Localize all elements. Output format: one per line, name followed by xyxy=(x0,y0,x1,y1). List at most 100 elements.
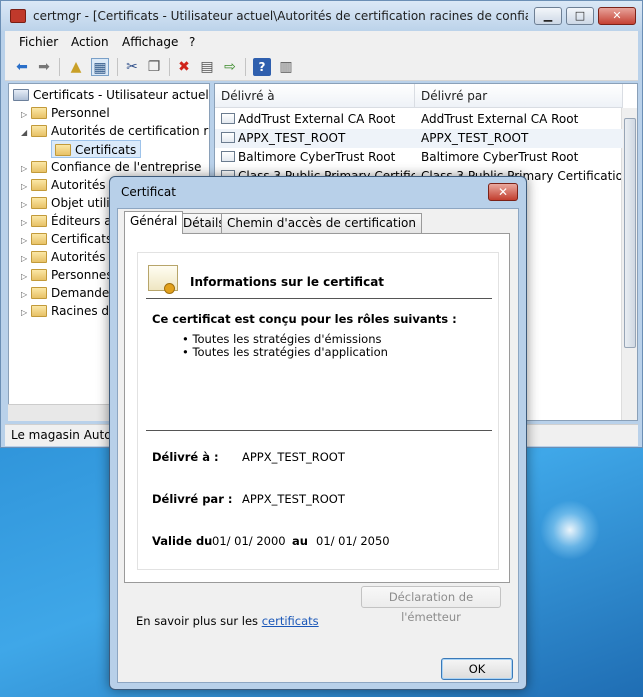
tree-item-certificats-selected[interactable]: Certificats xyxy=(51,140,142,158)
certificate-dialog: Certificat ✕ Général Détails Chemin d'ac… xyxy=(109,176,527,690)
learn-more-text: En savoir plus sur les certificats xyxy=(136,614,319,628)
maximize-button[interactable]: □ xyxy=(566,7,594,25)
toolbar-separator xyxy=(117,58,118,76)
cell-text: APPX_TEST_ROOT xyxy=(238,131,346,145)
divider xyxy=(146,430,492,431)
certificate-icon xyxy=(221,132,235,143)
cell-issued-to: APPX_TEST_ROOT xyxy=(215,129,415,148)
general-tab-panel: Informations sur le certificat Ce certif… xyxy=(124,233,510,583)
up-folder-icon[interactable]: ▲ xyxy=(67,58,85,76)
certificates-link[interactable]: certificats xyxy=(262,614,319,628)
column-label: Délivré à xyxy=(221,89,275,103)
issued-by-label: Délivré par : xyxy=(152,492,233,506)
certificate-icon xyxy=(148,265,178,294)
minimize-button[interactable]: ▁ xyxy=(534,7,562,25)
show-hide-tree-icon[interactable]: ▦ xyxy=(91,58,109,76)
learn-more-prefix: En savoir plus sur les xyxy=(136,614,259,628)
dialog-title: Certificat xyxy=(121,185,176,199)
title-bar[interactable]: certmgr - [Certificats - Utilisateur act… xyxy=(1,1,642,31)
column-header-issued-by[interactable]: Délivré par xyxy=(415,84,623,108)
table-row[interactable]: APPX_TEST_ROOT APPX_TEST_ROOT xyxy=(215,129,623,148)
export-icon[interactable]: ⇨ xyxy=(221,58,239,76)
valid-to-label: au xyxy=(292,534,308,548)
tree-item-label: Personnel xyxy=(51,106,110,120)
collapse-arrow-icon[interactable]: ◢ xyxy=(21,124,31,142)
folder-icon xyxy=(31,305,47,317)
close-button[interactable]: ✕ xyxy=(598,7,636,25)
seal-icon xyxy=(164,283,175,294)
copy-icon[interactable]: ❐ xyxy=(145,58,163,76)
cell-text: AddTrust External CA Root xyxy=(238,112,396,126)
table-row[interactable]: Baltimore CyberTrust Root Baltimore Cyber… xyxy=(215,148,623,167)
cell-issued-to: AddTrust External CA Root xyxy=(215,110,415,129)
list-vertical-scrollbar[interactable] xyxy=(621,108,637,420)
issued-to-value: APPX_TEST_ROOT xyxy=(242,450,345,464)
valid-from-label: Valide du xyxy=(152,534,213,548)
ok-button[interactable]: OK xyxy=(441,658,513,680)
tree-item-label: Autorités de certification racines de co… xyxy=(51,124,209,138)
cell-issued-by: APPX_TEST_ROOT xyxy=(421,131,529,145)
menu-action[interactable]: Action xyxy=(71,35,109,49)
folder-icon xyxy=(31,161,47,173)
expand-arrow-icon[interactable]: ▷ xyxy=(21,304,31,322)
column-header-issued-to[interactable]: Délivré à xyxy=(215,84,415,108)
tree-root-label: Certificats - Utilisateur actuel xyxy=(33,88,209,102)
menu-fichier[interactable]: Fichier xyxy=(19,35,58,49)
folder-open-icon xyxy=(55,144,71,156)
menu-bar: Fichier Action Affichage ? xyxy=(5,31,638,53)
certificates-root-icon xyxy=(13,89,29,101)
delete-icon[interactable]: ✖ xyxy=(175,58,193,76)
info-title: Informations sur le certificat xyxy=(190,275,385,289)
dialog-body: Général Détails Chemin d'accès de certif… xyxy=(117,208,519,683)
certificate-icon xyxy=(221,151,235,162)
folder-icon xyxy=(31,107,47,119)
folder-icon xyxy=(31,179,47,191)
scrollbar-thumb[interactable] xyxy=(624,118,636,348)
folder-icon xyxy=(31,125,47,137)
role-item: • Toutes les stratégies d'émissions xyxy=(182,332,382,346)
tab-certification-path[interactable]: Chemin d'accès de certification xyxy=(221,213,422,233)
back-arrow-icon[interactable]: ⬅ xyxy=(13,58,31,76)
toolbar-separator xyxy=(169,58,170,76)
issued-to-label: Délivré à : xyxy=(152,450,219,464)
folder-icon xyxy=(31,269,47,281)
tab-general[interactable]: Général xyxy=(124,211,184,234)
certmgr-app-icon xyxy=(10,9,26,23)
roles-title: Ce certificat est conçu pour les rôles s… xyxy=(152,312,457,326)
certificate-icon xyxy=(221,113,235,124)
desktop-glow xyxy=(540,500,600,560)
menu-affichage[interactable]: Affichage xyxy=(122,35,178,49)
tree-item-root-ca[interactable]: ◢ Autorités de certification racines de c… xyxy=(21,122,209,142)
help-icon[interactable]: ? xyxy=(253,58,271,76)
menu-help[interactable]: ? xyxy=(189,35,195,49)
dialog-close-button[interactable]: ✕ xyxy=(488,183,518,201)
window-title: certmgr - [Certificats - Utilisateur act… xyxy=(33,9,528,23)
console-view-icon[interactable]: ▥ xyxy=(277,58,295,76)
forward-arrow-icon[interactable]: ➡ xyxy=(35,58,53,76)
issuer-statement-button[interactable]: Déclaration de l'émetteur xyxy=(361,586,501,624)
cell-issued-by: AddTrust External CA Root xyxy=(421,112,579,126)
certificate-info-box: Informations sur le certificat Ce certif… xyxy=(137,252,499,570)
toolbar: ⬅ ➡ ▲ ▦ ✂ ❐ ✖ ▤ ⇨ ? ▥ xyxy=(5,53,638,81)
tree-item-personnel[interactable]: ▷ Personnel xyxy=(21,104,110,122)
tree-root[interactable]: Certificats - Utilisateur actuel xyxy=(13,86,209,104)
valid-to-value: 01/ 01/ 2050 xyxy=(316,534,390,548)
folder-icon xyxy=(31,251,47,263)
toolbar-separator xyxy=(59,58,60,76)
role-item: • Toutes les stratégies d'application xyxy=(182,345,388,359)
cut-icon[interactable]: ✂ xyxy=(123,58,141,76)
valid-from-value: 01/ 01/ 2000 xyxy=(212,534,286,548)
toolbar-separator xyxy=(245,58,246,76)
tree-item-label: Certificats xyxy=(75,143,137,157)
tree-item-enterprise-trust[interactable]: ▷ Confiance de l'entreprise xyxy=(21,158,201,176)
folder-icon xyxy=(31,233,47,245)
properties-icon[interactable]: ▤ xyxy=(198,58,216,76)
cell-text: Baltimore CyberTrust Root xyxy=(238,150,396,164)
issued-by-value: APPX_TEST_ROOT xyxy=(242,492,345,506)
tree-item-label: Confiance de l'entreprise xyxy=(51,160,202,174)
folder-icon xyxy=(31,215,47,227)
cell-issued-by: Baltimore CyberTrust Root xyxy=(421,150,579,164)
table-row[interactable]: AddTrust External CA Root AddTrust Extern… xyxy=(215,110,623,129)
divider xyxy=(146,298,492,299)
folder-icon xyxy=(31,197,47,209)
